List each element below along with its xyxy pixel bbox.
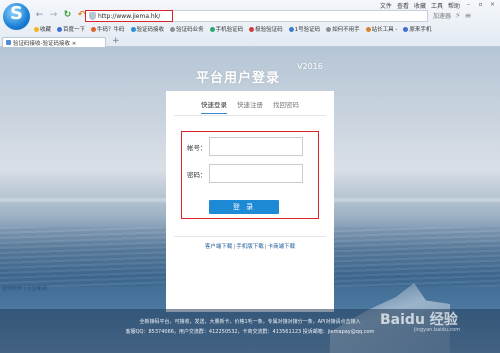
tab-quick-register[interactable]: 快速注册 (237, 99, 263, 114)
address-bar-extension[interactable] (173, 10, 428, 22)
login-form-highlight: 帐号： 密码： 登 录 (181, 131, 319, 219)
bookmark-item[interactable]: 验证码接收 (130, 25, 164, 33)
address-bar[interactable]: http://www.jiema.hk/ (85, 10, 173, 22)
bookmark-favicon-icon (288, 26, 294, 32)
password-label: 密码： (187, 170, 207, 179)
new-tab-button[interactable]: + (112, 37, 120, 46)
tab-recover-password[interactable]: 找回密码 (273, 99, 299, 114)
baidu-watermark: Baidu 经验 (380, 312, 458, 328)
tab-favicon-icon (6, 40, 11, 45)
bookmark-favicon-icon (403, 26, 409, 32)
back-icon[interactable]: ← (34, 10, 45, 21)
bookmark-item[interactable]: 验证码业务 (170, 25, 204, 33)
menu-help[interactable]: 帮助 (448, 1, 460, 10)
tab-strip: 验证码接收-验证码接收 × + (0, 36, 500, 47)
tab-quick-login[interactable]: 快速登录 (201, 99, 227, 114)
login-button[interactable]: 登 录 (209, 200, 279, 214)
bookmark-favicon-icon (249, 26, 255, 32)
security-shield-icon (89, 12, 96, 20)
bookmark-favicon-icon (91, 26, 97, 32)
minimize-icon[interactable]: – (465, 1, 472, 10)
separator: | (233, 244, 236, 250)
bookmark-favicon-icon (170, 26, 176, 32)
browser-logo-icon[interactable] (3, 3, 30, 30)
refresh-icon[interactable]: ↻ (62, 10, 73, 21)
corner-links[interactable]: 合作伙伴 | 行业新闻 (2, 285, 47, 292)
bookmark-item[interactable]: 牛码？牛码 (91, 25, 125, 33)
address-url[interactable]: http://www.jiema.hk/ (98, 13, 160, 20)
baidu-icon (57, 26, 63, 32)
bookmark-item[interactable]: 收藏 (34, 25, 51, 33)
bookmark-favicon-icon (326, 26, 332, 32)
bookmarks-bar: 收藏 百度一下 牛码？牛码 验证码接收 验证码业务 手机验证码 极验验证码 1号… (34, 25, 431, 33)
bookmark-item[interactable]: 站长工具 - (365, 25, 397, 33)
downloads-divider (174, 236, 326, 237)
nav-buttons: ← → ↻ ↶ ▾ (34, 10, 91, 21)
password-input[interactable] (209, 164, 303, 183)
bookmark-item[interactable]: 原来手机 (403, 25, 431, 33)
bookmark-item[interactable]: 1号验证码 (288, 25, 320, 33)
bookmark-favicon-icon (209, 26, 215, 32)
baidu-watermark-url: jingyan.baidu.com (414, 327, 461, 333)
menu-file[interactable]: 文件 (380, 1, 392, 10)
login-tabs: 快速登录 快速注册 找回密码 (166, 99, 334, 114)
account-label: 帐号： (187, 143, 207, 152)
menu-tools[interactable]: 工具 (431, 1, 443, 10)
separator: | (264, 244, 267, 250)
browser-menu-bar: 文件 查看 收藏 工具 帮助 – ▫ × (380, 1, 496, 10)
bookmark-item[interactable]: 极验验证码 (249, 25, 283, 33)
download-links: 客户端下载|手机版下载|卡商端下载 (166, 242, 334, 250)
browser-tab[interactable]: 验证码接收-验证码接收 × (2, 37, 106, 47)
merchant-download-link[interactable]: 卡商端下载 (268, 244, 296, 250)
client-download-link[interactable]: 客户端下载 (205, 244, 233, 250)
password-row: 密码： (187, 164, 303, 183)
star-icon (34, 26, 39, 32)
tabs-divider (174, 115, 326, 116)
tab-title: 验证码接收-验证码接收 × (13, 40, 77, 47)
bookmark-favicon-icon (130, 26, 136, 32)
page-title-text: 平台用户登录 (196, 71, 281, 86)
account-row: 帐号： (187, 137, 303, 156)
mobile-download-link[interactable]: 手机版下载 (236, 244, 264, 250)
right-toolbar: 加速器 ⚡ ≡ (433, 11, 471, 20)
lightning-icon[interactable]: ⚡ (455, 11, 461, 20)
bookmark-item[interactable]: 手机验证码 (209, 25, 243, 33)
menu-favorites[interactable]: 收藏 (414, 1, 426, 10)
browser-chrome: 文件 查看 收藏 工具 帮助 – ▫ × ← → ↻ ↶ ▾ http://ww… (0, 0, 500, 47)
page-background: 平台用户登录 V2016 快速登录 快速注册 找回密码 帐号： 密码： 登 录 客… (0, 47, 500, 353)
menu-icon[interactable]: ≡ (465, 11, 472, 20)
maximize-icon[interactable]: ▫ (477, 1, 484, 10)
forward-icon[interactable]: → (48, 10, 59, 21)
close-window-icon[interactable]: × (489, 1, 496, 10)
menu-view[interactable]: 查看 (397, 1, 409, 10)
bookmark-item[interactable]: 如何不用手 (326, 25, 360, 33)
accelerator-button[interactable]: 加速器 (433, 11, 451, 20)
bookmark-favicon-icon (365, 26, 371, 32)
page-title: 平台用户登录 V2016 (196, 62, 323, 86)
bookmark-item[interactable]: 百度一下 (57, 25, 85, 33)
login-panel: 快速登录 快速注册 找回密码 帐号： 密码： 登 录 客户端下载|手机版下载|卡… (166, 91, 334, 312)
account-input[interactable] (209, 137, 303, 156)
title-version: V2016 (297, 62, 323, 71)
